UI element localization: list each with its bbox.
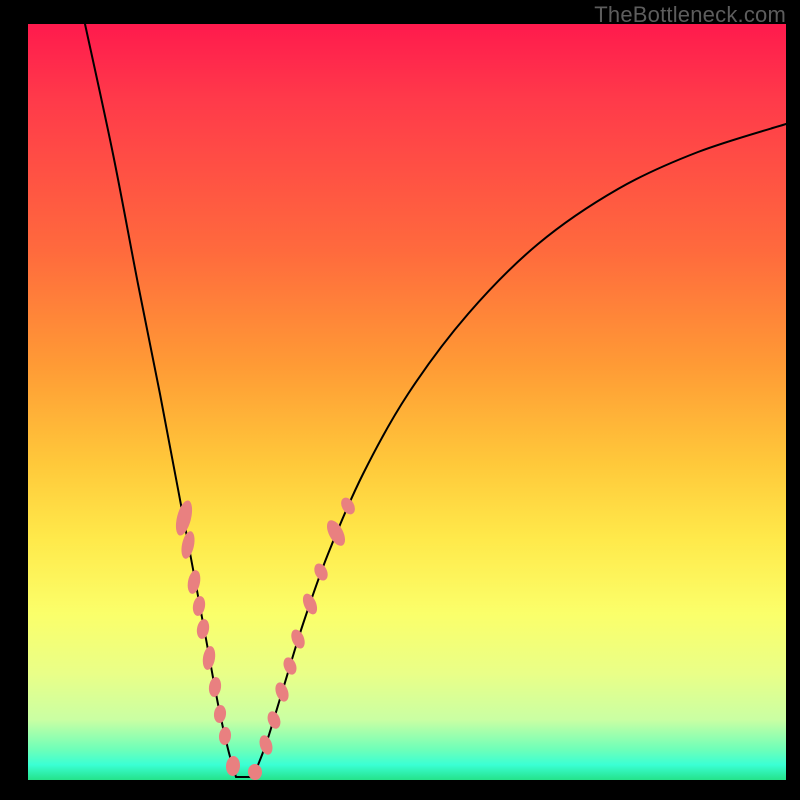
- data-marker: [201, 645, 217, 671]
- data-marker: [218, 726, 232, 745]
- data-marker: [273, 681, 291, 704]
- data-marker: [208, 676, 223, 697]
- data-marker: [225, 756, 240, 777]
- data-marker: [265, 709, 282, 730]
- data-marker: [195, 618, 210, 640]
- data-marker: [281, 655, 299, 676]
- data-marker: [186, 569, 202, 595]
- data-marker: [213, 704, 227, 723]
- curve-svg: [28, 24, 786, 780]
- data-marker: [289, 627, 308, 650]
- data-marker: [312, 561, 331, 582]
- data-markers: [173, 495, 358, 780]
- data-marker: [191, 595, 206, 617]
- plot-area: [28, 24, 786, 780]
- data-marker: [338, 495, 357, 517]
- data-marker: [247, 763, 262, 780]
- data-marker: [173, 499, 195, 537]
- data-marker: [300, 592, 320, 617]
- data-marker: [323, 517, 349, 548]
- data-marker: [257, 734, 275, 757]
- chart-frame: TheBottleneck.com: [0, 0, 800, 800]
- curve-right-branch: [253, 124, 786, 777]
